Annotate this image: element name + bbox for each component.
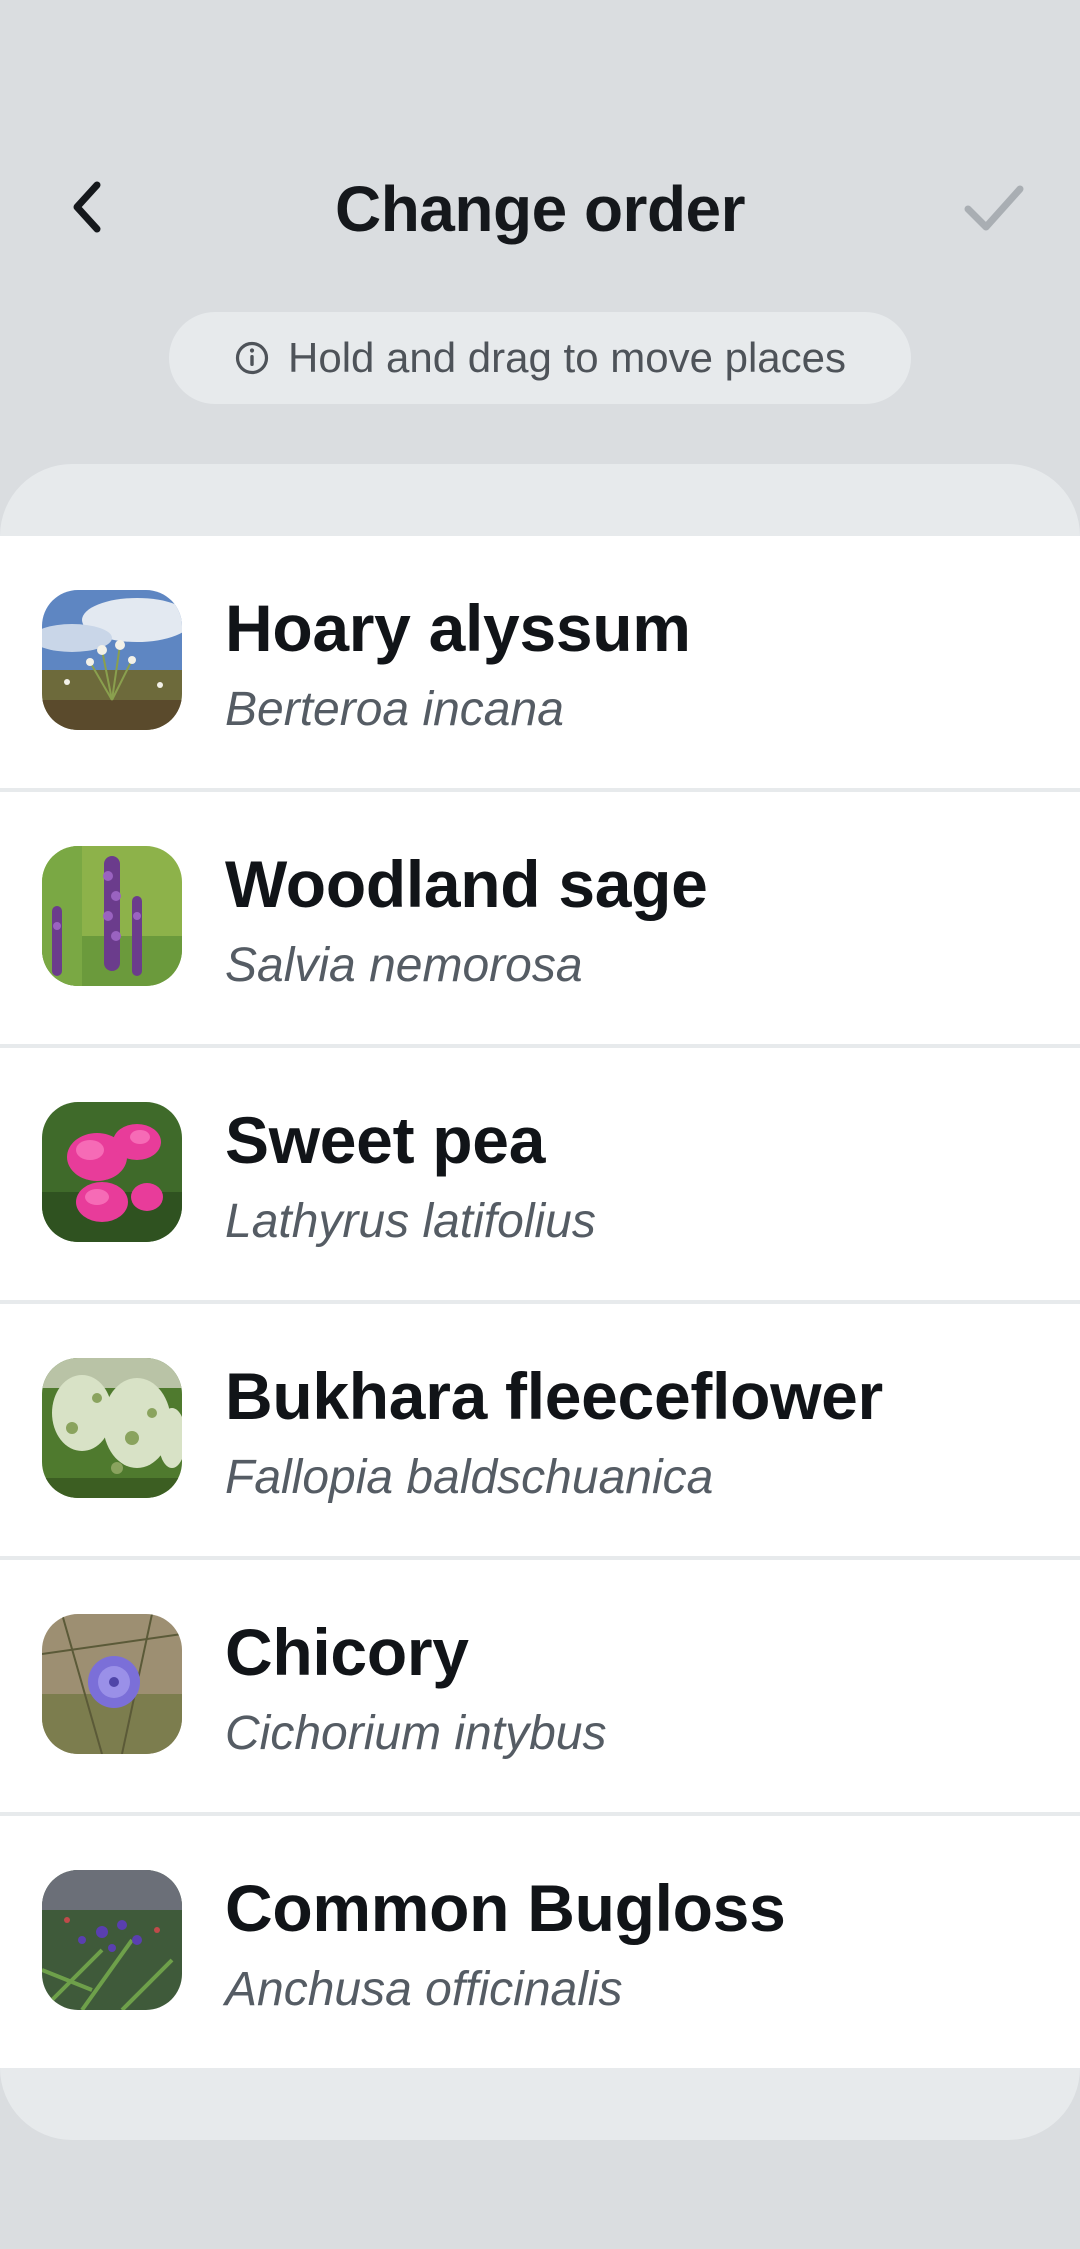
- plant-common-name: Chicory: [225, 1615, 469, 1689]
- plant-thumbnail: [42, 1102, 182, 1242]
- plant-common-name: Common Bugloss: [225, 1871, 786, 1945]
- plant-scientific-name: Salvia nemorosa: [225, 939, 583, 992]
- plant-scientific-name: Berteroa incana: [225, 683, 564, 736]
- plant-thumbnail: [42, 1870, 182, 2010]
- hint-text: Hold and drag to move places: [288, 334, 846, 381]
- page-title: Change order: [334, 173, 746, 245]
- plant-common-name: Woodland sage: [225, 847, 708, 921]
- info-icon: [235, 341, 269, 375]
- header: Change order Hold and drag to move place…: [0, 0, 1080, 420]
- plant-thumbnail: [42, 846, 182, 986]
- plant-thumbnail: [42, 1358, 182, 1498]
- confirm-button[interactable]: [958, 172, 1030, 244]
- list-item[interactable]: Hoary alyssum Berteroa incana: [0, 536, 1080, 788]
- plant-scientific-name: Fallopia baldschuanica: [225, 1451, 714, 1504]
- list-item[interactable]: Bukhara fleeceflower Fallopia baldschuan…: [0, 1304, 1080, 1556]
- reorder-sheet: Hoary alyssum Berteroa incana Woodland s…: [0, 464, 1080, 2140]
- plant-thumbnail: [42, 590, 182, 730]
- list-item[interactable]: Common Bugloss Anchusa officinalis: [0, 1816, 1080, 2068]
- checkmark-icon: [964, 185, 1024, 231]
- plant-thumbnail: [42, 1614, 182, 1754]
- plant-scientific-name: Anchusa officinalis: [225, 1963, 623, 2016]
- plant-common-name: Hoary alyssum: [225, 591, 691, 665]
- plant-list: Hoary alyssum Berteroa incana Woodland s…: [0, 536, 1080, 2068]
- plant-scientific-name: Lathyrus latifolius: [225, 1195, 596, 1248]
- plant-common-name: Bukhara fleeceflower: [225, 1359, 883, 1433]
- plant-scientific-name: Cichorium intybus: [225, 1707, 607, 1760]
- list-item[interactable]: Sweet pea Lathyrus latifolius: [0, 1048, 1080, 1300]
- hint-banner: Hold and drag to move places: [169, 312, 911, 404]
- list-item[interactable]: Woodland sage Salvia nemorosa: [0, 792, 1080, 1044]
- plant-common-name: Sweet pea: [225, 1103, 546, 1177]
- list-item[interactable]: Chicory Cichorium intybus: [0, 1560, 1080, 1812]
